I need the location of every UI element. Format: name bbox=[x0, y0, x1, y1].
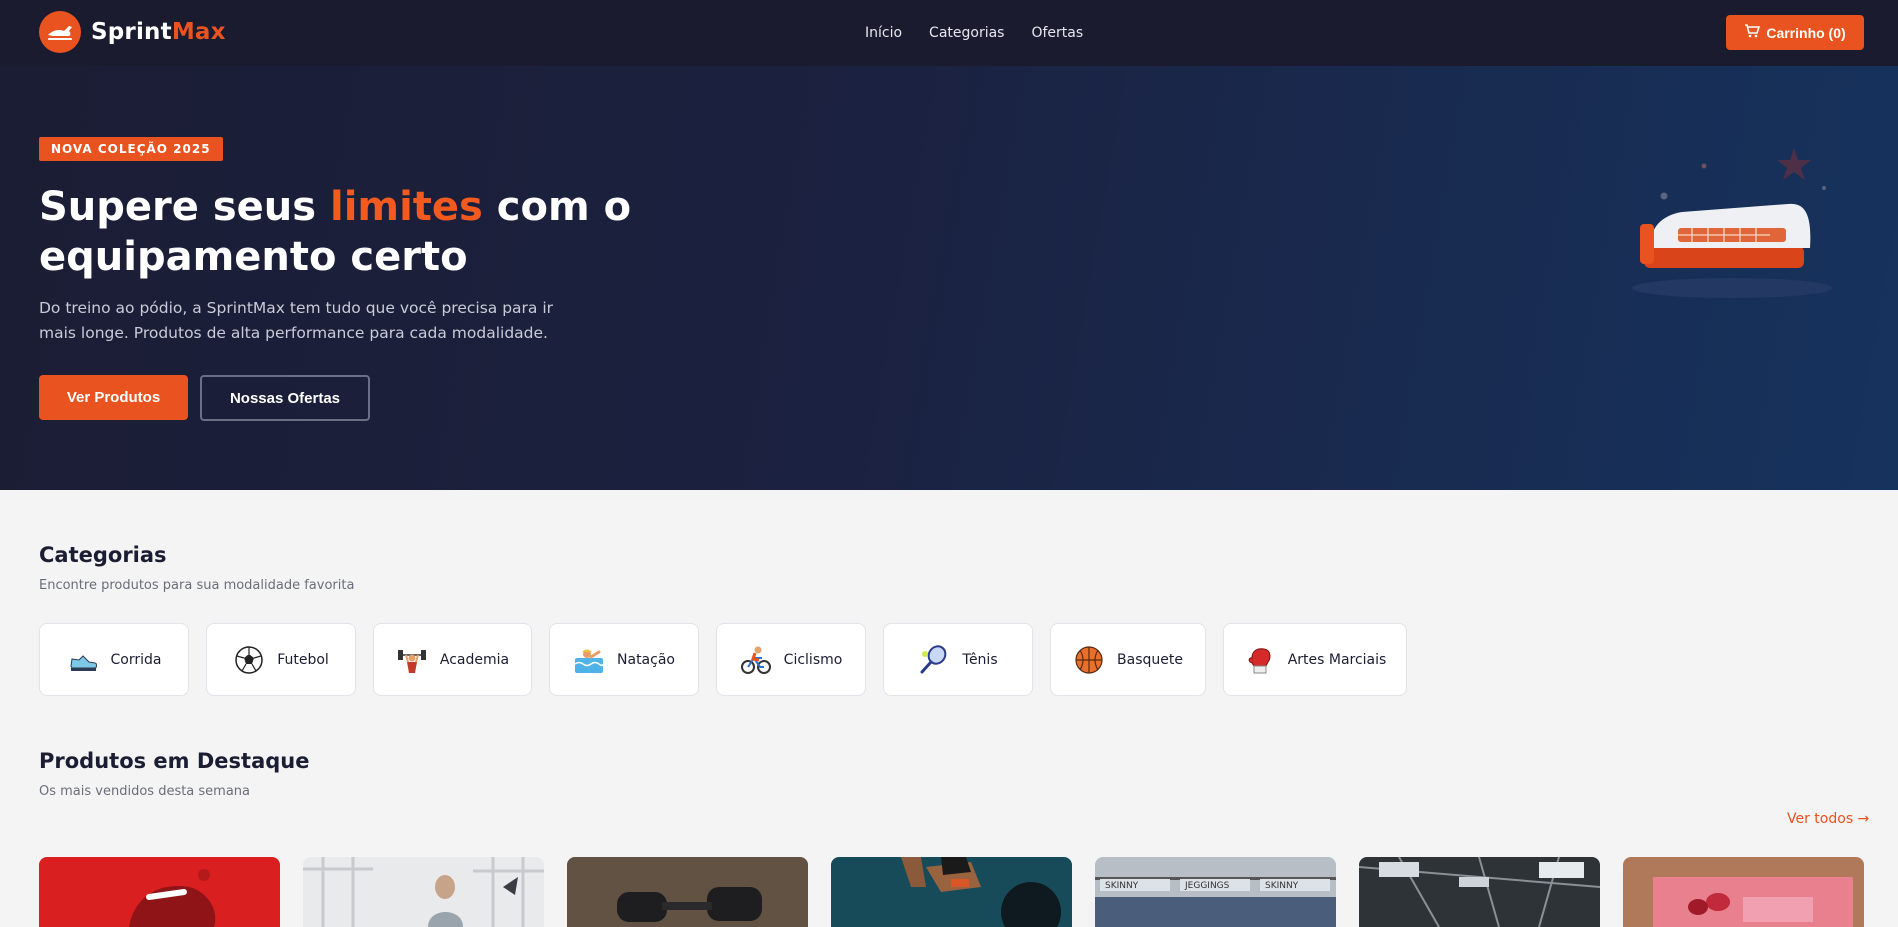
nav-link-ofertas[interactable]: Ofertas bbox=[1031, 25, 1083, 41]
cart-label: Carrinho (0) bbox=[1766, 24, 1846, 41]
cyclist-icon bbox=[740, 644, 772, 676]
jeans-store-photo-icon: SKINNY JEGGINGS SKINNY bbox=[1095, 857, 1336, 927]
basketball-icon bbox=[1073, 644, 1105, 676]
hero-title: Supere seus limites com o equipamento ce… bbox=[39, 184, 632, 280]
category-label: Futebol bbox=[277, 651, 329, 668]
categories-subtitle: Encontre produtos para sua modalidade fa… bbox=[39, 578, 355, 593]
hero-banner: NOVA COLEÇÃO 2025 Supere seus limites co… bbox=[0, 66, 1898, 490]
category-label: Natação bbox=[617, 651, 675, 668]
category-natacao[interactable]: Natação bbox=[549, 623, 699, 696]
dumbbells-photo-icon bbox=[567, 857, 808, 927]
category-ciclismo[interactable]: Ciclismo bbox=[716, 623, 866, 696]
kangaroo-logo-icon bbox=[39, 11, 81, 53]
category-list: Corrida Futebol Academia Natação Ciclism… bbox=[39, 623, 1424, 696]
product-card[interactable] bbox=[1623, 857, 1864, 927]
category-artes-marciais[interactable]: Artes Marciais bbox=[1223, 623, 1407, 696]
category-label: Artes Marciais bbox=[1287, 651, 1387, 668]
see-all-link[interactable]: Ver todos → bbox=[1787, 811, 1869, 827]
product-card[interactable] bbox=[831, 857, 1072, 927]
brand-logo[interactable]: SprintMax bbox=[39, 11, 226, 53]
boxing-glove-icon bbox=[1244, 644, 1276, 676]
yoga-woman-photo-icon bbox=[303, 857, 544, 927]
featured-subtitle: Os mais vendidos desta semana bbox=[39, 784, 251, 799]
view-products-button[interactable]: Ver Produtos bbox=[39, 375, 188, 420]
cart-button[interactable]: Carrinho (0) bbox=[1726, 15, 1864, 50]
category-label: Tênis bbox=[962, 651, 998, 668]
brand-name: SprintMax bbox=[91, 19, 226, 45]
shopping-cart-icon bbox=[1744, 24, 1761, 41]
category-academia[interactable]: Academia bbox=[373, 623, 532, 696]
product-card[interactable] bbox=[39, 857, 280, 927]
pink-dumbbells-photo-icon bbox=[1623, 857, 1864, 927]
hero-subtitle: Do treino ao pódio, a SprintMax tem tudo… bbox=[39, 299, 554, 342]
svg-text:SKINNY: SKINNY bbox=[1105, 881, 1139, 891]
product-card[interactable]: SKINNY JEGGINGS SKINNY bbox=[1095, 857, 1336, 927]
categories-title: Categorias bbox=[39, 543, 167, 567]
our-offers-button[interactable]: Nossas Ofertas bbox=[200, 375, 370, 421]
tennis-racket-icon bbox=[918, 644, 950, 676]
red-sneaker-photo-icon bbox=[39, 857, 280, 927]
svg-text:JEGGINGS: JEGGINGS bbox=[1184, 881, 1230, 891]
category-corrida[interactable]: Corrida bbox=[39, 623, 189, 696]
nav-link-categorias[interactable]: Categorias bbox=[929, 25, 1004, 41]
product-card[interactable] bbox=[303, 857, 544, 927]
category-label: Ciclismo bbox=[783, 651, 843, 668]
collection-badge: NOVA COLEÇÃO 2025 bbox=[39, 137, 223, 161]
featured-title: Produtos em Destaque bbox=[39, 749, 310, 773]
nav-links: Início Categorias Ofertas bbox=[865, 0, 1110, 66]
barbell-athlete-photo-icon bbox=[831, 857, 1072, 927]
product-card[interactable] bbox=[567, 857, 808, 927]
category-futebol[interactable]: Futebol bbox=[206, 623, 356, 696]
running-shoe-icon bbox=[67, 644, 99, 676]
category-label: Basquete bbox=[1117, 651, 1183, 668]
soccer-ball-icon bbox=[233, 644, 265, 676]
top-navbar: SprintMax Início Categorias Ofertas Carr… bbox=[0, 0, 1898, 66]
svg-text:SKINNY: SKINNY bbox=[1265, 881, 1299, 891]
category-tenis[interactable]: Tênis bbox=[883, 623, 1033, 696]
swimmer-icon bbox=[573, 644, 605, 676]
product-list: SKINNY JEGGINGS SKINNY bbox=[39, 857, 1887, 927]
category-basquete[interactable]: Basquete bbox=[1050, 623, 1206, 696]
product-card[interactable] bbox=[1359, 857, 1600, 927]
sneaker-illustration-icon bbox=[1632, 148, 1832, 298]
category-label: Academia bbox=[439, 651, 510, 668]
nav-link-inicio[interactable]: Início bbox=[865, 25, 902, 41]
category-label: Corrida bbox=[110, 651, 162, 668]
gym-interior-photo-icon bbox=[1359, 857, 1600, 927]
weightlifter-icon bbox=[396, 644, 428, 676]
